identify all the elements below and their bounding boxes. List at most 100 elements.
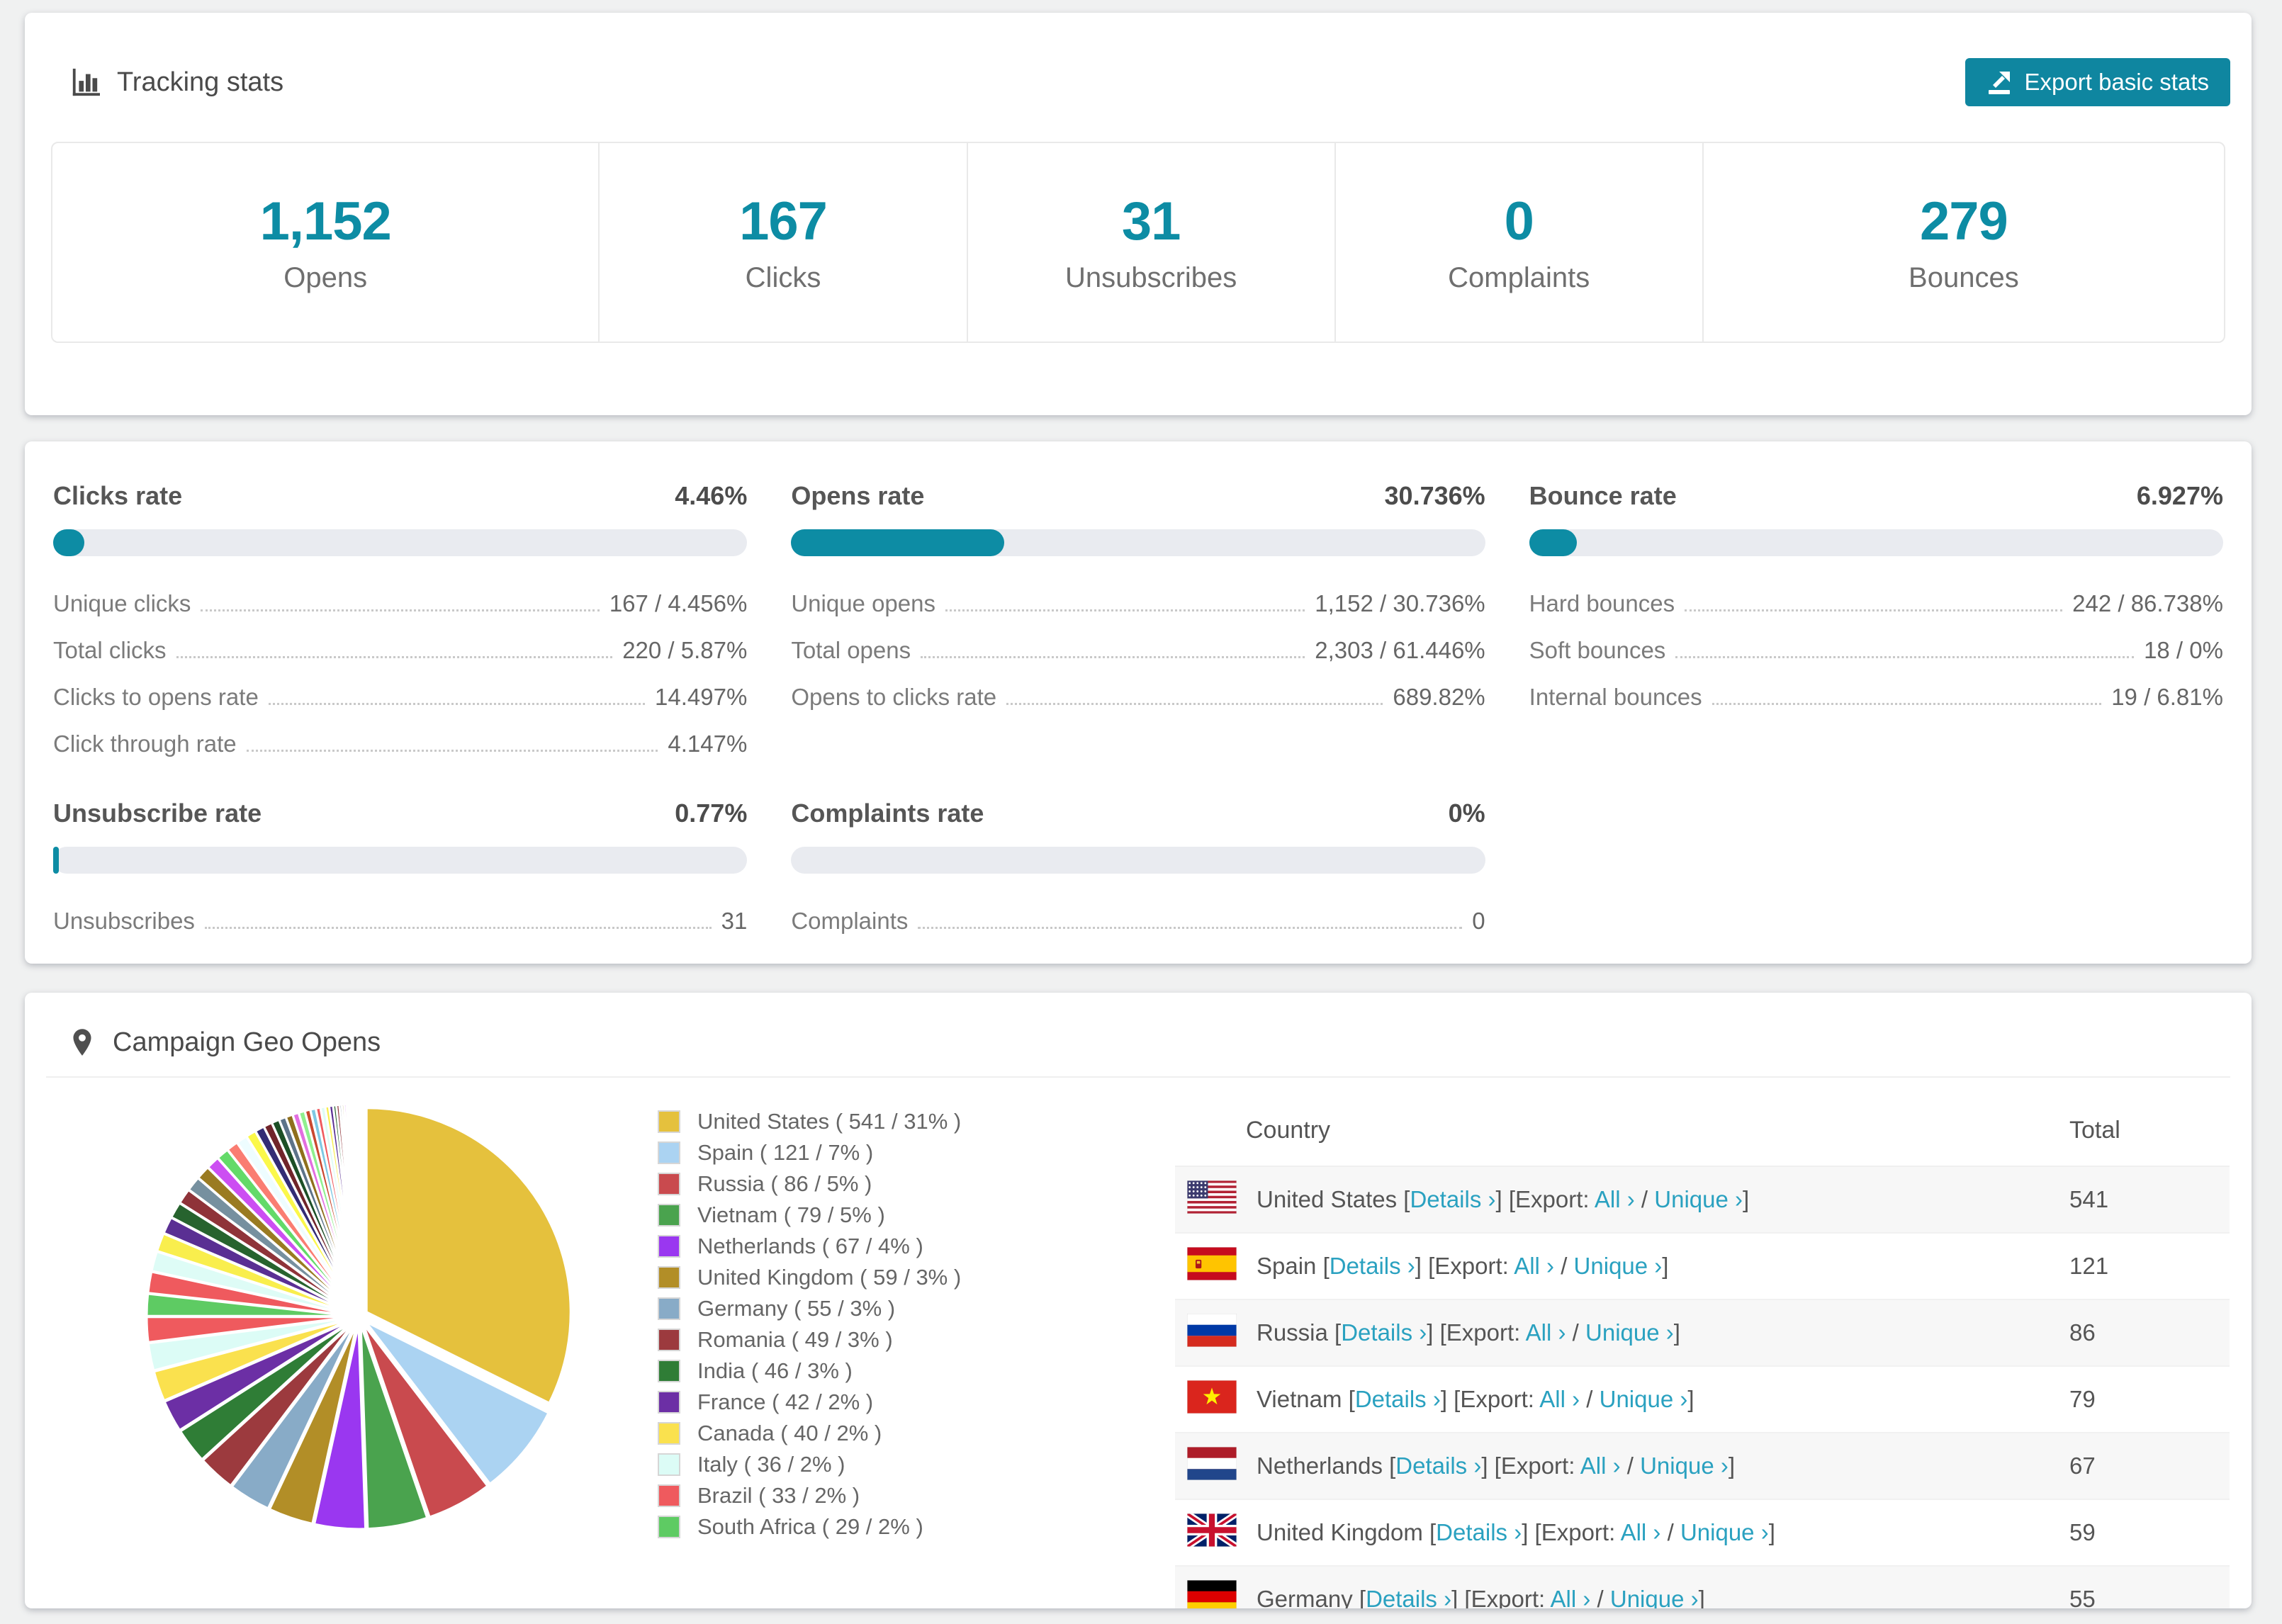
- tracking-stats-card: Tracking stats Export basic stats 1,152 O…: [25, 13, 2252, 415]
- geo-row-total: 121: [2069, 1253, 2109, 1279]
- legend-item[interactable]: Italy ( 36 / 2% ): [658, 1449, 961, 1480]
- slash-text: /: [1620, 1453, 1641, 1479]
- export-unique-link[interactable]: Unique ›: [1585, 1319, 1674, 1346]
- geo-row-text: United Kingdom [Details ›] [Export: All …: [1257, 1519, 1775, 1546]
- legend-item[interactable]: United States ( 541 / 31% ): [658, 1106, 961, 1137]
- legend-item[interactable]: Romania ( 49 / 3% ): [658, 1324, 961, 1355]
- bracket-text: [: [1352, 1586, 1366, 1608]
- bracket-text: ] [: [1495, 1186, 1516, 1212]
- bracket-text: ] [: [1451, 1586, 1471, 1608]
- legend-item[interactable]: United Kingdom ( 59 / 3% ): [658, 1262, 961, 1293]
- rate-row: Unsubscribes 31: [53, 898, 747, 944]
- geo-table-col-total: Total: [2069, 1116, 2120, 1144]
- legend-swatch: [658, 1391, 680, 1414]
- export-unique-link[interactable]: Unique ›: [1640, 1453, 1729, 1479]
- rate-value: 0%: [1448, 799, 1485, 828]
- geo-table-row: Netherlands [Details ›] [Export: All › /…: [1175, 1433, 2230, 1500]
- summary-stat-label: Complaints: [1448, 262, 1590, 293]
- details-link[interactable]: Details ›: [1436, 1519, 1522, 1545]
- export-all-link[interactable]: All ›: [1551, 1586, 1591, 1608]
- rate-title: Unsubscribe rate: [53, 799, 262, 828]
- bracket-text: ]: [1698, 1586, 1705, 1608]
- legend-swatch: [658, 1297, 680, 1320]
- geo-table-col-country: Country: [1246, 1116, 1331, 1144]
- legend-swatch: [658, 1484, 680, 1507]
- rate-block: Complaints rate 0% Complaints 0: [791, 799, 1485, 944]
- dotted-leader: [945, 609, 1305, 611]
- dotted-leader: [921, 656, 1305, 658]
- summary-stat-cell: 279 Bounces: [1702, 143, 2224, 342]
- legend-item[interactable]: Spain ( 121 / 7% ): [658, 1137, 961, 1168]
- rate-progress-track: [53, 529, 748, 556]
- legend-item[interactable]: Canada ( 40 / 2% ): [658, 1418, 961, 1449]
- legend-item[interactable]: South Africa ( 29 / 2% ): [658, 1511, 961, 1543]
- export-all-link[interactable]: All ›: [1621, 1519, 1661, 1545]
- dotted-leader: [246, 750, 658, 752]
- geo-table-row: Russia [Details ›] [Export: All › / Uniq…: [1175, 1300, 2230, 1367]
- summary-stat-value: 167: [739, 191, 828, 252]
- export-all-link[interactable]: All ›: [1526, 1319, 1566, 1346]
- details-link[interactable]: Details ›: [1355, 1386, 1441, 1412]
- rate-row-label: Total clicks: [53, 637, 167, 663]
- details-link[interactable]: Details ›: [1330, 1253, 1415, 1279]
- summary-stats-box: 1,152 Opens 167 Clicks 31 Unsubscribes 0 Compla…: [51, 142, 2225, 343]
- legend-swatch: [658, 1360, 680, 1382]
- slash-text: /: [1566, 1319, 1586, 1346]
- summary-stat-value: 0: [1504, 191, 1534, 252]
- legend-item[interactable]: France ( 42 / 2% ): [658, 1387, 961, 1418]
- rate-row-value: 14.497%: [655, 684, 748, 710]
- geo-country-name: Russia: [1257, 1319, 1328, 1346]
- summary-stat-cell: 31 Unsubscribes: [966, 143, 1334, 342]
- rate-row: Total clicks 220 / 5.87%: [53, 627, 747, 674]
- export-unique-link[interactable]: Unique ›: [1654, 1186, 1743, 1212]
- slash-text: /: [1634, 1186, 1655, 1212]
- bracket-text: ]: [1687, 1386, 1694, 1412]
- legend-item[interactable]: Russia ( 86 / 5% ): [658, 1168, 961, 1200]
- legend-label: Vietnam ( 79 / 5% ): [697, 1202, 885, 1227]
- export-unique-link[interactable]: Unique ›: [1610, 1586, 1699, 1608]
- export-all-link[interactable]: All ›: [1595, 1186, 1635, 1212]
- rate-progress-track: [791, 529, 1485, 556]
- legend-item[interactable]: India ( 46 / 3% ): [658, 1355, 961, 1387]
- rate-row-label: Complaints: [791, 908, 909, 934]
- geo-table-header-row: Country Total: [1175, 1095, 2230, 1167]
- export-all-link[interactable]: All ›: [1514, 1253, 1554, 1279]
- export-all-link[interactable]: All ›: [1580, 1453, 1621, 1479]
- rate-block: Unsubscribe rate 0.77% Unsubscribes 31: [53, 799, 748, 944]
- rate-rows: Complaints 0: [791, 898, 1485, 944]
- geo-country-name: United Kingdom: [1257, 1519, 1423, 1545]
- legend-item[interactable]: Brazil ( 33 / 2% ): [658, 1480, 961, 1511]
- pie-chart-svg: [145, 1103, 572, 1530]
- geo-pie-chart: [140, 1097, 579, 1536]
- details-link[interactable]: Details ›: [1395, 1453, 1481, 1479]
- export-unique-link[interactable]: Unique ›: [1680, 1519, 1769, 1545]
- geo-country-name: United States: [1257, 1186, 1398, 1212]
- rate-value: 6.927%: [2136, 481, 2223, 510]
- geo-table-row: Spain [Details ›] [Export: All › / Uniqu…: [1175, 1234, 2230, 1300]
- details-link[interactable]: Details ›: [1366, 1586, 1451, 1608]
- legend-item[interactable]: Vietnam ( 79 / 5% ): [658, 1200, 961, 1231]
- legend-swatch: [658, 1266, 680, 1289]
- rate-value: 0.77%: [675, 799, 748, 828]
- export-all-link[interactable]: All ›: [1539, 1386, 1580, 1412]
- legend-label: France ( 42 / 2% ): [697, 1389, 874, 1414]
- export-unique-link[interactable]: Unique ›: [1600, 1386, 1688, 1412]
- legend-item[interactable]: Germany ( 55 / 3% ): [658, 1293, 961, 1324]
- pie-legend: United States ( 541 / 31% ) Spain ( 121 /…: [658, 1106, 961, 1543]
- legend-label: Romania ( 49 / 3% ): [697, 1327, 893, 1352]
- export-unique-link[interactable]: Unique ›: [1574, 1253, 1663, 1279]
- details-link[interactable]: Details ›: [1341, 1319, 1427, 1346]
- rate-row-value: 1,152 / 30.736%: [1315, 590, 1485, 616]
- rate-block: Clicks rate 4.46% Unique clicks 167 / 4.456…: [53, 481, 748, 767]
- slash-text: /: [1554, 1253, 1574, 1279]
- rate-row-label: Internal bounces: [1529, 684, 1702, 710]
- rate-row-label: Opens to clicks rate: [791, 684, 997, 710]
- geo-row-text: Netherlands [Details ›] [Export: All › /…: [1257, 1453, 1735, 1479]
- geo-opens-table: Country Total United States [Details ›] [E…: [1175, 1095, 2230, 1608]
- legend-item[interactable]: Netherlands ( 67 / 4% ): [658, 1231, 961, 1262]
- rate-row: Unique opens 1,152 / 30.736%: [791, 580, 1485, 627]
- details-link[interactable]: Details ›: [1410, 1186, 1495, 1212]
- export-basic-stats-button[interactable]: Export basic stats: [1965, 58, 2230, 106]
- rate-row-value: 19 / 6.81%: [2111, 684, 2223, 710]
- geo-row-total: 67: [2069, 1453, 2096, 1479]
